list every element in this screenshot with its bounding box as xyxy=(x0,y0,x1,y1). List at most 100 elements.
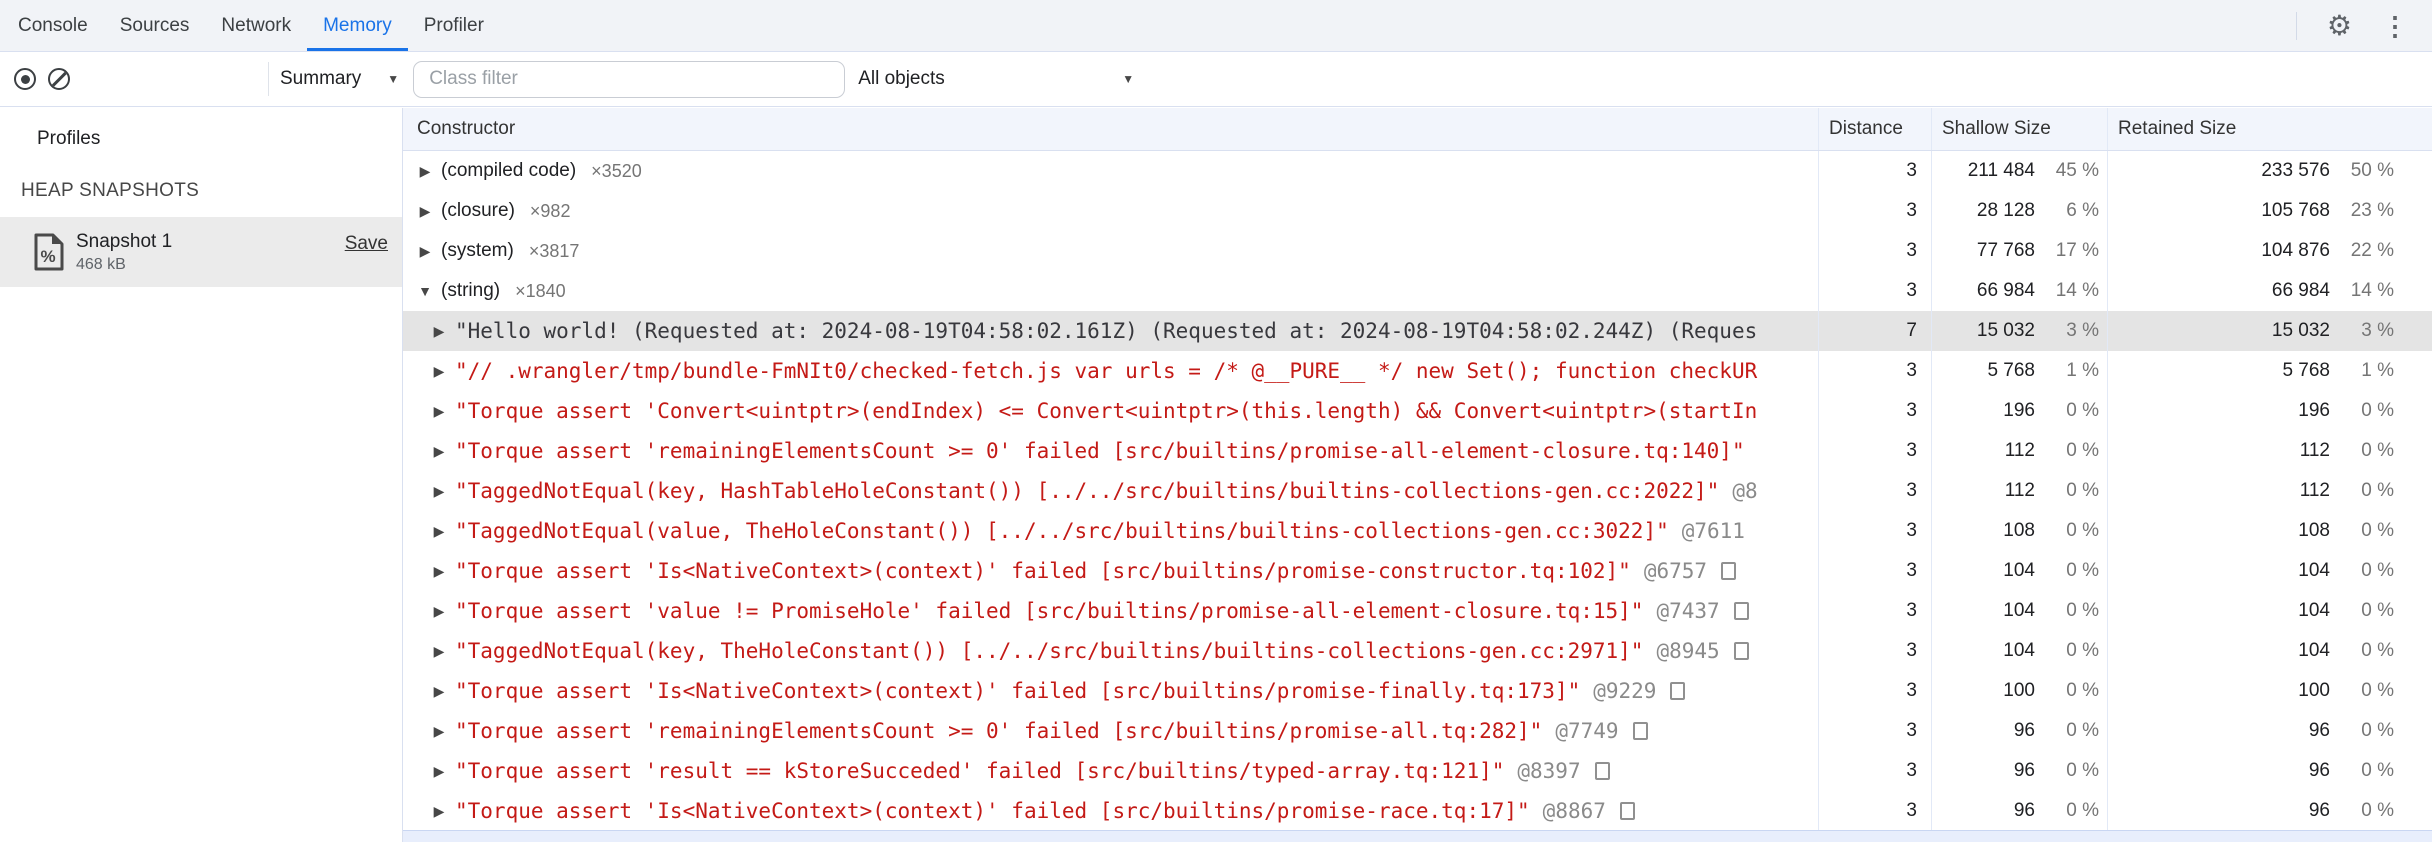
sidebar-title: Profiles xyxy=(37,128,101,149)
constructor-cell[interactable]: ▶ "Torque assert 'result == kStoreSucced… xyxy=(403,751,1818,791)
table-row[interactable]: ▶ "TaggedNotEqual(key, HashTableHoleCons… xyxy=(403,471,2432,511)
memory-toolbar: Summary ▼ All objects ▼ xyxy=(0,52,2432,107)
constructor-cell[interactable]: ▶ "Torque assert 'remainingElementsCount… xyxy=(403,431,1818,471)
table-row[interactable]: ▼ (string) ×1840 3 66 984 14 % 66 984 14… xyxy=(403,271,2432,311)
constructor-cell[interactable]: ▶ "Torque assert 'Is<NativeContext>(cont… xyxy=(403,791,1818,830)
chevron-down-icon: ▼ xyxy=(1122,72,1135,86)
disclosure-triangle-icon[interactable]: ▶ xyxy=(415,203,435,220)
disclosure-triangle-icon[interactable]: ▶ xyxy=(415,163,435,180)
disclosure-triangle-icon[interactable]: ▶ xyxy=(429,603,449,620)
shallow-size-percent: 0 % xyxy=(2066,520,2099,541)
table-row[interactable]: ▶ (compiled code) ×3520 3 211 484 45 % 2… xyxy=(403,151,2432,191)
column-header-distance[interactable]: Distance xyxy=(1818,108,1931,150)
table-row[interactable]: ▶ (system) ×3817 3 77 768 17 % 104 876 2… xyxy=(403,231,2432,271)
constructor-label: "Torque assert 'remainingElementsCount >… xyxy=(455,439,1745,463)
shallow-size-cell: 5 768 1 % xyxy=(1931,351,2107,391)
constructor-cell[interactable]: ▶ "Torque assert 'value != PromiseHole' … xyxy=(403,591,1818,631)
column-header-retained-size[interactable]: Retained Size xyxy=(2107,108,2432,150)
disclosure-triangle-icon[interactable]: ▶ xyxy=(415,243,435,260)
shallow-size-value: 112 xyxy=(2004,440,2035,461)
disclosure-triangle-icon[interactable]: ▶ xyxy=(429,683,449,700)
constructor-cell[interactable]: ▶ (system) ×3817 xyxy=(403,231,1818,271)
table-row[interactable]: ▶ "TaggedNotEqual(key, TheHoleConstant()… xyxy=(403,631,2432,671)
disclosure-triangle-icon[interactable]: ▶ xyxy=(429,723,449,740)
table-row[interactable]: ▶ "// .wrangler/tmp/bundle-FmNIt0/checke… xyxy=(403,351,2432,391)
record-heap-snapshot-icon[interactable] xyxy=(14,68,36,90)
disclosure-triangle-icon[interactable]: ▶ xyxy=(429,323,449,340)
retained-size-value: 104 xyxy=(2298,640,2330,661)
table-row[interactable]: ▶ "Torque assert 'Is<NativeContext>(cont… xyxy=(403,671,2432,711)
table-row[interactable]: ▶ "Torque assert 'result == kStoreSucced… xyxy=(403,751,2432,791)
retained-size-cell: 112 0 % xyxy=(2107,431,2432,471)
constructor-label: "Torque assert 'result == kStoreSucceded… xyxy=(455,759,1505,783)
disclosure-triangle-icon[interactable]: ▶ xyxy=(429,803,449,820)
disclosure-triangle-icon[interactable]: ▶ xyxy=(429,563,449,580)
tab-profiler[interactable]: Profiler xyxy=(408,0,500,51)
disclosure-triangle-icon[interactable]: ▶ xyxy=(429,483,449,500)
constructor-cell[interactable]: ▶ "// .wrangler/tmp/bundle-FmNIt0/checke… xyxy=(403,351,1818,391)
disclosure-triangle-icon[interactable]: ▶ xyxy=(429,643,449,660)
constructor-cell[interactable]: ▶ "Torque assert 'Is<NativeContext>(cont… xyxy=(403,671,1818,711)
shallow-size-value: 15 032 xyxy=(1976,320,2035,341)
table-row[interactable]: ▶ "TaggedNotEqual(value, TheHoleConstant… xyxy=(403,511,2432,551)
table-row[interactable]: ▶ "Torque assert 'remainingElementsCount… xyxy=(403,711,2432,751)
retained-size-cell: 104 876 22 % xyxy=(2107,231,2432,271)
object-scope-select[interactable]: All objects ▼ xyxy=(858,68,1148,90)
disclosure-triangle-icon[interactable]: ▶ xyxy=(429,363,449,380)
constructor-cell[interactable]: ▶ "TaggedNotEqual(key, TheHoleConstant()… xyxy=(403,631,1818,671)
shallow-size-value: 211 484 xyxy=(1967,160,2035,181)
shallow-size-cell: 66 984 14 % xyxy=(1931,271,2107,311)
grid-horizontal-scrollbar[interactable] xyxy=(403,830,2432,842)
constructor-cell[interactable]: ▶ "Torque assert 'Convert<uintptr>(endIn… xyxy=(403,391,1818,431)
shallow-size-cell: 15 032 3 % xyxy=(1931,311,2107,351)
save-snapshot-link[interactable]: Save xyxy=(345,233,388,255)
table-row[interactable]: ▶ "Torque assert 'value != PromiseHole' … xyxy=(403,591,2432,631)
shallow-size-cell: 96 0 % xyxy=(1931,711,2107,751)
object-id: @7611 xyxy=(1681,519,1745,543)
class-filter-input[interactable] xyxy=(413,60,846,98)
constructor-cell[interactable]: ▶ "Hello world! (Requested at: 2024-08-1… xyxy=(403,311,1818,351)
disclosure-triangle-icon[interactable]: ▶ xyxy=(429,523,449,540)
table-row[interactable]: ▶ "Hello world! (Requested at: 2024-08-1… xyxy=(403,311,2432,351)
tab-sources[interactable]: Sources xyxy=(104,0,206,51)
constructor-cell[interactable]: ▶ (closure) ×982 xyxy=(403,191,1818,231)
shallow-size-percent: 0 % xyxy=(2066,680,2099,701)
shallow-size-cell: 100 0 % xyxy=(1931,671,2107,711)
settings-gear-icon[interactable]: ⚙ xyxy=(2327,11,2352,40)
ghost-box-icon xyxy=(1619,802,1635,820)
shallow-size-percent: 45 % xyxy=(2055,160,2099,181)
table-row[interactable]: ▶ "Torque assert 'Is<NativeContext>(cont… xyxy=(403,551,2432,591)
constructor-cell[interactable]: ▼ (string) ×1840 xyxy=(403,271,1818,311)
disclosure-triangle-icon[interactable]: ▶ xyxy=(429,403,449,420)
constructor-cell[interactable]: ▶ (compiled code) ×3520 xyxy=(403,151,1818,191)
column-header-shallow-size[interactable]: Shallow Size xyxy=(1931,108,2107,150)
snapshot-meta: Snapshot 1 468 kB xyxy=(76,231,172,274)
constructor-cell[interactable]: ▶ "TaggedNotEqual(key, HashTableHoleCons… xyxy=(403,471,1818,511)
object-id: @7437 xyxy=(1656,599,1720,623)
clear-profiles-icon[interactable] xyxy=(48,68,70,90)
more-options-kebab-icon[interactable]: ⋮ xyxy=(2382,13,2408,39)
table-row[interactable]: ▶ "Torque assert 'Is<NativeContext>(cont… xyxy=(403,791,2432,830)
table-row[interactable]: ▶ "Torque assert 'Convert<uintptr>(endIn… xyxy=(403,391,2432,431)
table-row[interactable]: ▶ "Torque assert 'remainingElementsCount… xyxy=(403,431,2432,471)
shallow-size-percent: 14 % xyxy=(2055,280,2099,301)
tab-memory[interactable]: Memory xyxy=(307,0,408,51)
instance-count: ×3817 xyxy=(528,240,580,261)
table-row[interactable]: ▶ (closure) ×982 3 28 128 6 % 105 768 23… xyxy=(403,191,2432,231)
tab-console[interactable]: Console xyxy=(2,0,104,51)
retained-size-cell: 108 0 % xyxy=(2107,511,2432,551)
constructor-cell[interactable]: ▶ "Torque assert 'remainingElementsCount… xyxy=(403,711,1818,751)
tab-network[interactable]: Network xyxy=(205,0,307,51)
shallow-size-value: 112 xyxy=(2004,480,2035,501)
disclosure-triangle-icon[interactable]: ▶ xyxy=(429,763,449,780)
disclosure-triangle-icon[interactable]: ▶ xyxy=(429,443,449,460)
shallow-size-value: 96 xyxy=(2013,800,2035,821)
disclosure-triangle-icon[interactable]: ▼ xyxy=(415,283,435,299)
column-header-constructor[interactable]: Constructor xyxy=(403,108,1818,150)
perspective-select[interactable]: Summary ▼ xyxy=(280,68,399,90)
constructor-cell[interactable]: ▶ "Torque assert 'Is<NativeContext>(cont… xyxy=(403,551,1818,591)
constructor-cell[interactable]: ▶ "TaggedNotEqual(value, TheHoleConstant… xyxy=(403,511,1818,551)
heap-snapshot-grid: Constructor Distance Shallow Size Retain… xyxy=(403,108,2432,842)
sidebar-item-snapshot-1[interactable]: % Snapshot 1 468 kB Save xyxy=(0,217,402,287)
retained-size-value: 112 xyxy=(2299,440,2330,461)
